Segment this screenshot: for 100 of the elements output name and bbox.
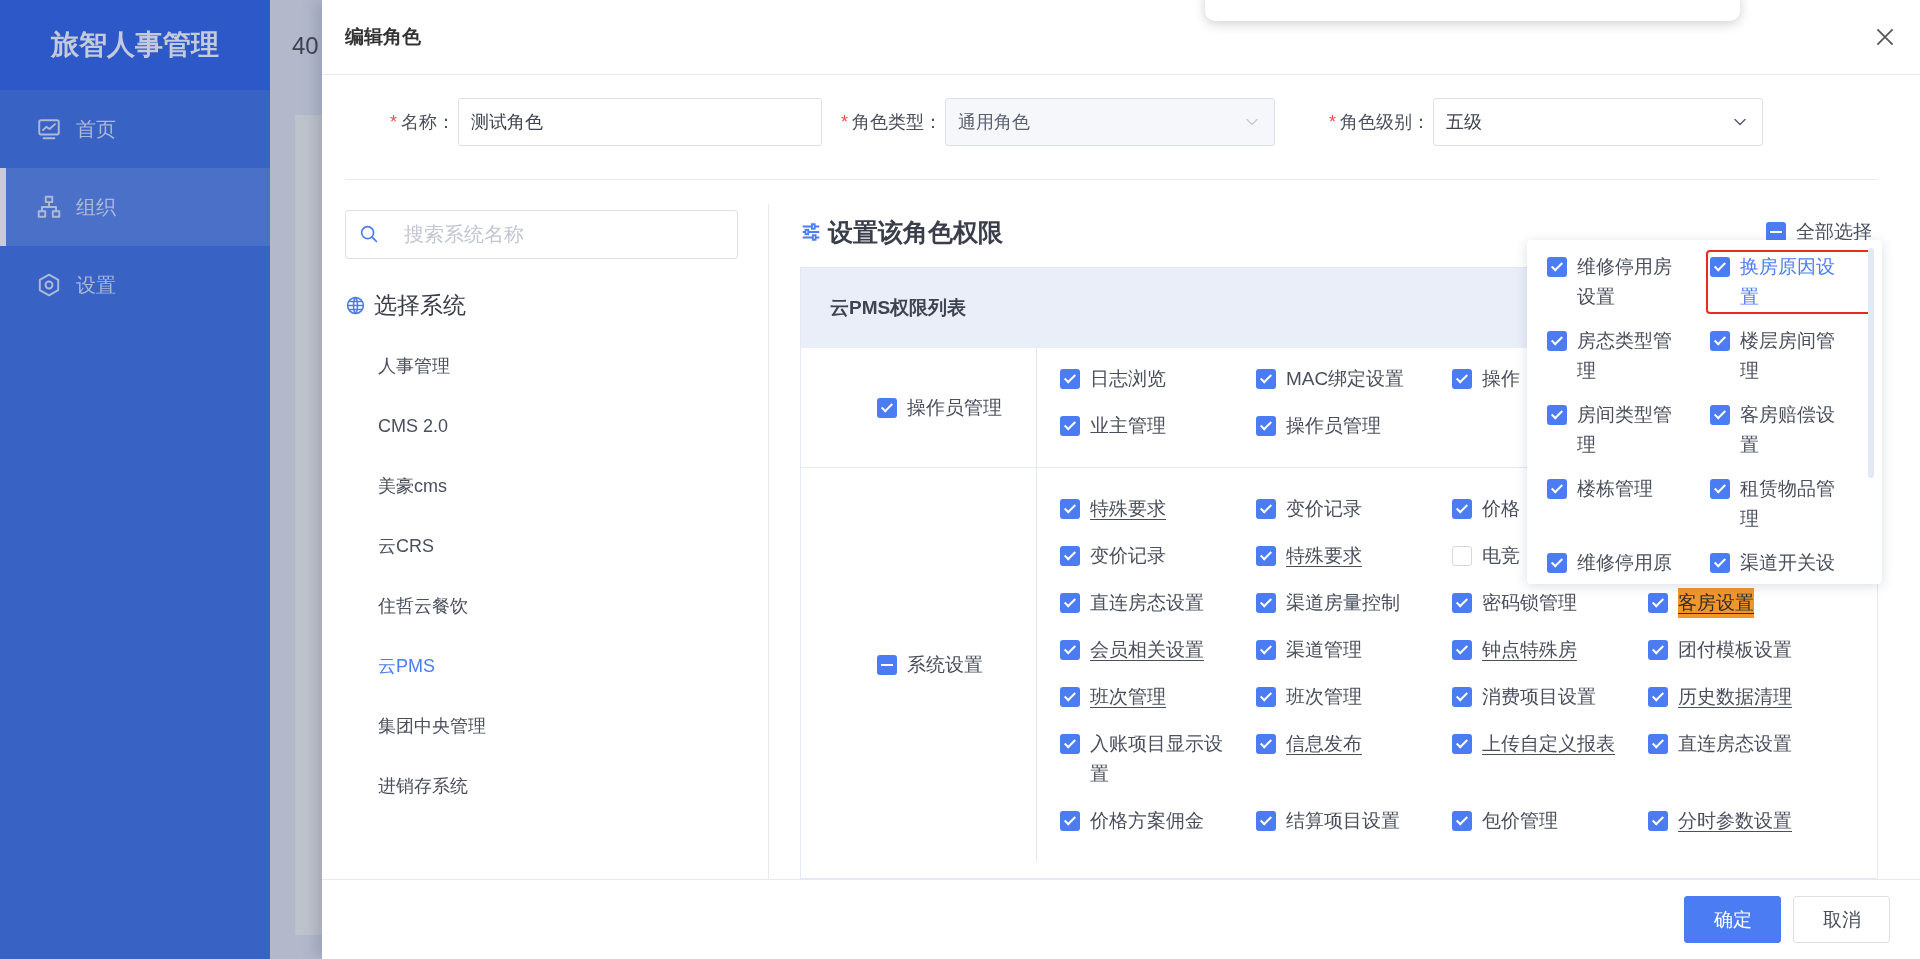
checkbox[interactable] [1452,687,1472,707]
checkbox-label: 直连房态设置 [1090,591,1204,615]
scrollbar-thumb[interactable] [1868,248,1874,478]
system-item[interactable]: 云CRS [378,531,434,561]
checkbox[interactable] [1452,499,1472,519]
checkbox[interactable] [1256,734,1276,754]
checkbox-label: 客房赔偿设置 [1740,403,1836,457]
confirm-button[interactable]: 确定 [1684,896,1781,943]
system-item[interactable]: 美豪cms [378,471,447,501]
chart-monitor-icon [36,116,62,142]
checkbox[interactable] [1060,687,1080,707]
checkbox[interactable] [1256,546,1276,566]
checkbox-label: 直连房态设置 [1678,732,1792,756]
checkbox[interactable] [1648,811,1668,831]
cancel-button[interactable]: 取消 [1793,896,1890,943]
checkbox[interactable] [1452,593,1472,613]
checkbox[interactable] [1256,593,1276,613]
system-item[interactable]: 住哲云餐饮 [378,591,468,621]
checkbox[interactable] [877,655,897,675]
permission-link[interactable]: 分时参数设置 [1678,806,1792,836]
checkbox[interactable] [1452,811,1472,831]
checkbox[interactable] [1766,222,1786,242]
checkbox[interactable] [1710,257,1730,277]
checkbox[interactable] [877,397,897,418]
required-mark: * [841,111,848,133]
section-heading: 选择系统 [374,290,466,320]
checkbox-label: 渠道管理 [1286,638,1362,662]
system-item[interactable]: CMS 2.0 [378,411,449,441]
checkbox-label: 包价管理 [1482,809,1558,833]
checkbox[interactable] [1256,416,1276,436]
permission-link[interactable]: 特殊要求 [1090,494,1166,524]
checkbox[interactable] [1060,369,1080,389]
system-item[interactable]: 云PMS [378,651,435,681]
system-item[interactable]: 进销存系统 [378,771,468,801]
checkbox[interactable] [1648,687,1668,707]
permission-link[interactable]: 班次管理 [1090,682,1166,712]
checkbox[interactable] [1547,553,1567,573]
checkbox[interactable] [1710,553,1730,573]
search-field[interactable]: 搜索系统名称 [345,210,738,259]
checkbox[interactable] [1060,416,1080,436]
checkbox[interactable] [1547,405,1567,425]
system-item[interactable]: 集团中央管理 [378,711,486,741]
checkbox-label: 系统设置 [907,653,983,677]
dialog-title: 编辑角色 [345,25,421,49]
section-title: 设置该角色权限 [828,216,1003,248]
permission-link[interactable]: 信息发布 [1286,729,1362,759]
checkbox[interactable] [1710,405,1730,425]
checkbox-label: 业主管理 [1090,414,1166,438]
checkbox-label: 价格 [1482,497,1520,521]
checkbox-label: 班次管理 [1286,685,1362,709]
checkbox[interactable] [1060,640,1080,660]
field-label: 角色类型： [852,111,942,134]
checkbox[interactable] [1452,734,1472,754]
select-field[interactable]: 五级 [1433,98,1763,146]
checkbox[interactable] [1256,499,1276,519]
checkbox[interactable] [1452,546,1472,566]
checkbox[interactable] [1060,734,1080,754]
checkbox-label: 变价记录 [1286,497,1362,521]
checkbox[interactable] [1648,640,1668,660]
checkbox-label: 操作 [1482,367,1520,391]
checkbox[interactable] [1060,593,1080,613]
checkbox[interactable] [1256,369,1276,389]
checkbox-label: 团付模板设置 [1678,638,1792,662]
permission-link[interactable]: 客房设置 [1678,588,1754,618]
checkbox[interactable] [1648,734,1668,754]
checkbox[interactable] [1452,369,1472,389]
checkbox-label: 操作员管理 [1286,414,1381,438]
checkbox[interactable] [1547,257,1567,277]
checkbox[interactable] [1060,546,1080,566]
checkbox[interactable] [1648,593,1668,613]
checkbox[interactable] [1060,811,1080,831]
text-field[interactable]: 测试角色 [458,98,822,146]
permission-link[interactable]: 钟点特殊房 [1482,635,1577,665]
permission-link[interactable]: 历史数据清理 [1678,682,1792,712]
checkbox[interactable] [1710,331,1730,351]
checkbox-label: 楼栋管理 [1577,477,1654,501]
checkbox-label: 租赁物品管理 [1740,477,1836,531]
checkbox[interactable] [1060,499,1080,519]
checkbox-label: 电竞 [1482,544,1520,568]
permission-link[interactable]: 特殊要求 [1286,541,1362,571]
checkbox[interactable] [1452,640,1472,660]
checkbox-label: 价格方案佣金 [1090,809,1204,833]
page-heading: 40 [292,31,319,61]
permission-link[interactable]: 上传自定义报表 [1482,729,1615,759]
system-item[interactable]: 人事管理 [378,351,450,381]
checkbox-label: 密码锁管理 [1482,591,1577,615]
checkbox-label: 入账项目显示设置 [1090,732,1224,786]
field-label: 角色级别： [1340,111,1430,134]
checkbox[interactable] [1256,640,1276,660]
permission-link[interactable]: 会员相关设置 [1090,635,1204,665]
checkbox[interactable] [1547,331,1567,351]
checkbox[interactable] [1256,811,1276,831]
settings-icon [36,272,62,298]
checkbox-label: 操作员管理 [907,395,1002,420]
checkbox[interactable] [1547,479,1567,499]
checkbox[interactable] [1256,687,1276,707]
checkbox-label: 消费项目设置 [1482,685,1596,709]
checkbox-label: 维修停用原 [1577,551,1673,575]
checkbox-label: 日志浏览 [1090,367,1166,391]
checkbox[interactable] [1710,479,1730,499]
